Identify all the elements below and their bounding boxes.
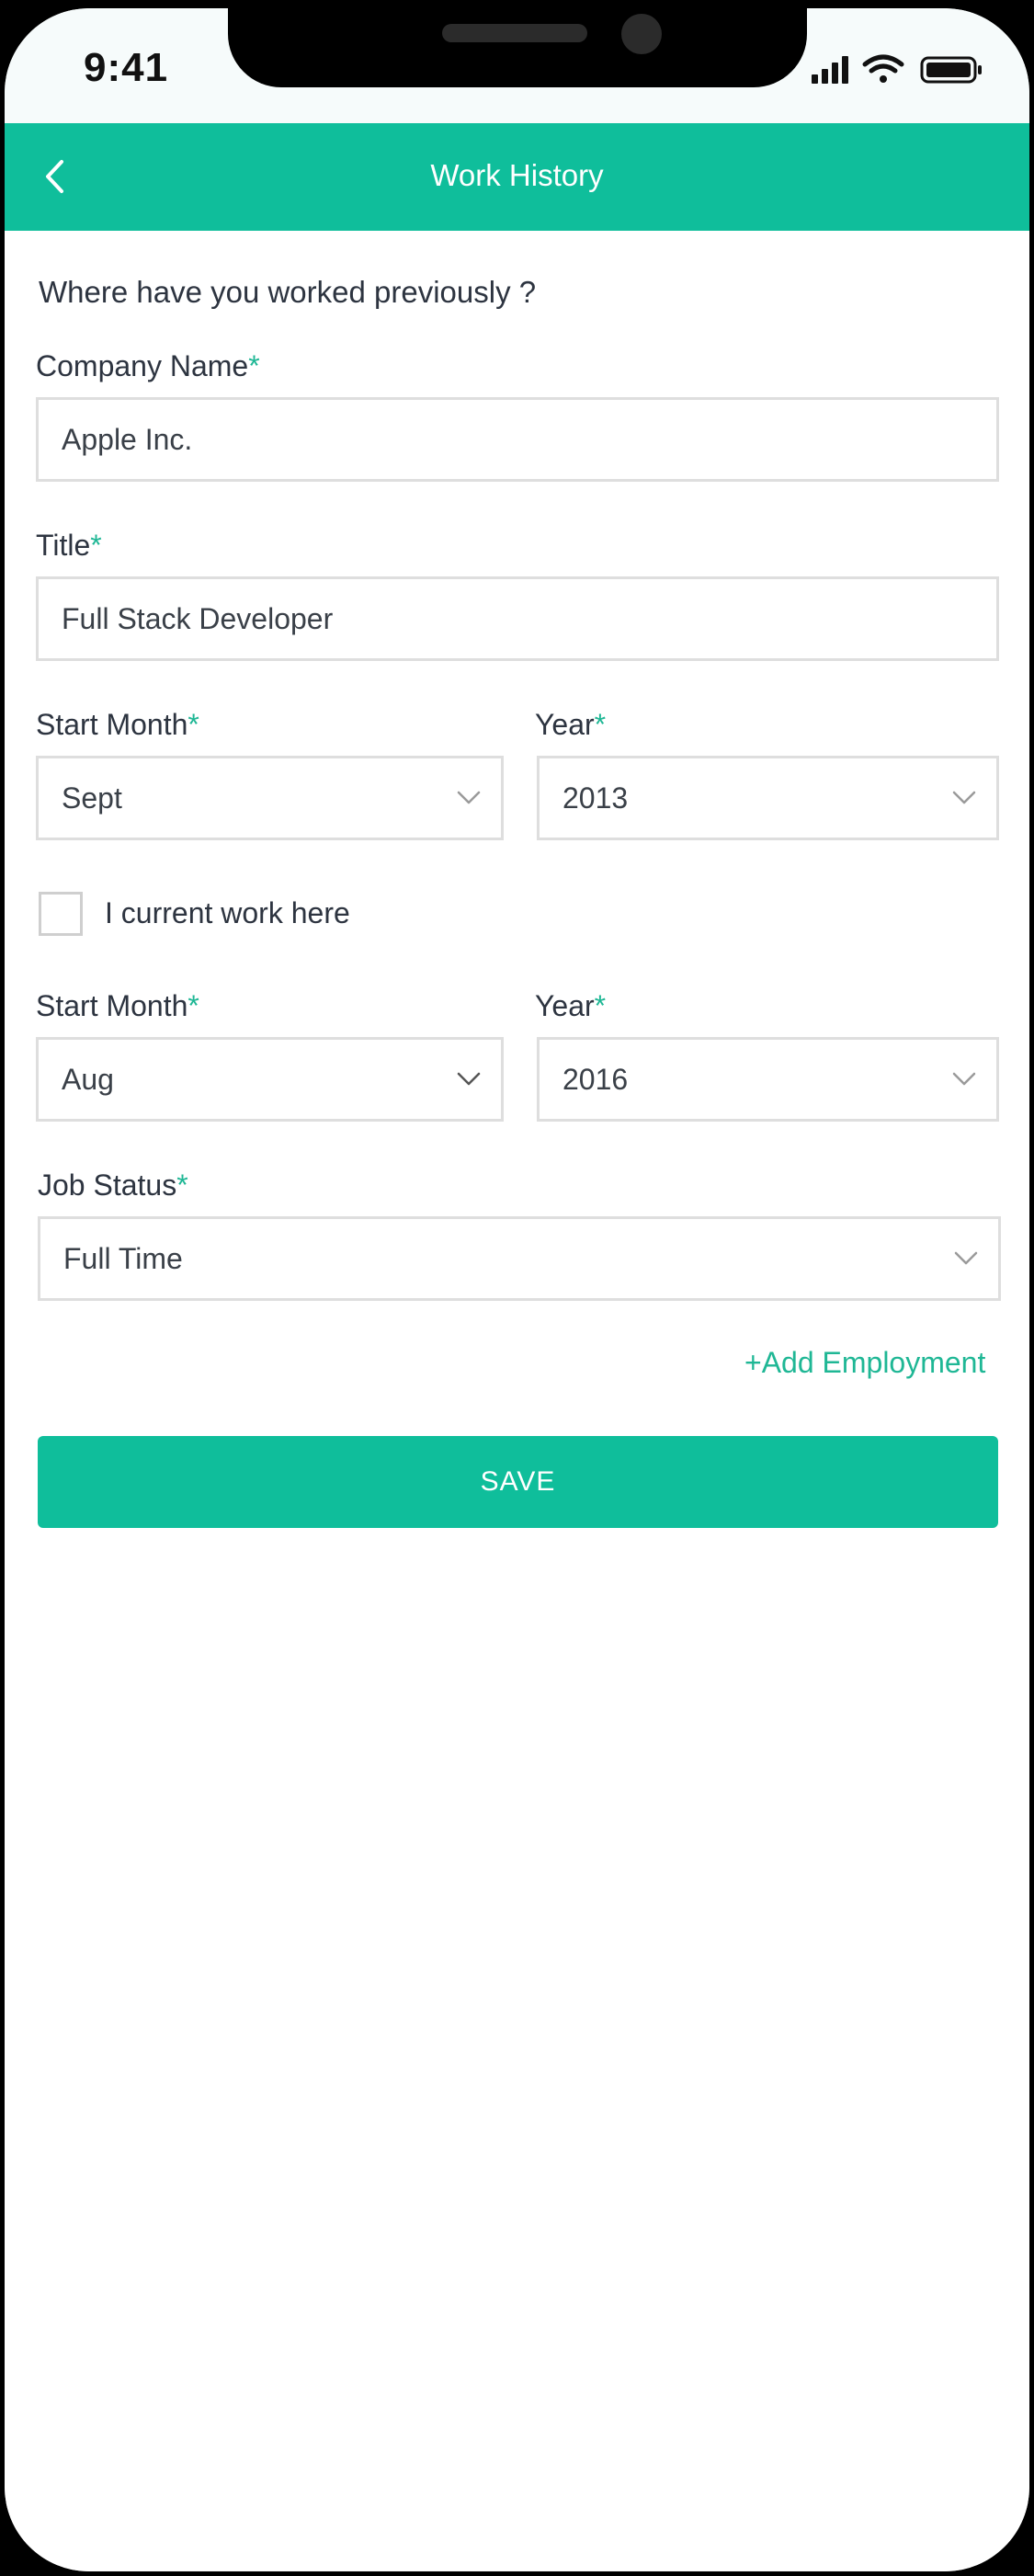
end-month-label-text: Start Month: [36, 989, 188, 1022]
chevron-down-icon: [952, 1072, 976, 1086]
title-label-text: Title: [36, 529, 91, 562]
app-header: Work History: [5, 123, 1029, 231]
bottom-safe-area: [5, 2472, 1029, 2571]
chevron-down-icon: [952, 791, 976, 804]
required-marker: *: [248, 349, 260, 382]
device-notch: [228, 8, 807, 87]
required-marker: *: [594, 989, 607, 1022]
required-marker: *: [90, 529, 102, 562]
title-input[interactable]: Full Stack Developer: [36, 576, 999, 661]
front-camera: [621, 14, 662, 54]
signal-icon: [812, 56, 848, 84]
status-bar: 9:41: [5, 8, 1029, 123]
chevron-down-icon: [457, 791, 481, 804]
end-month-label: Start Month*: [36, 989, 199, 1023]
job-status-label-text: Job Status: [38, 1168, 177, 1202]
company-name-label: Company Name*: [36, 349, 260, 383]
chevron-down-icon: [954, 1251, 978, 1265]
end-year-value: 2016: [562, 1062, 629, 1096]
save-button[interactable]: SAVE: [38, 1436, 998, 1528]
required-marker: *: [176, 1168, 188, 1202]
wifi-icon: [862, 54, 904, 83]
status-icons: [806, 52, 999, 89]
end-month-select[interactable]: Aug: [36, 1037, 504, 1122]
battery-icon: [920, 56, 982, 84]
company-name-value: Apple Inc.: [62, 422, 193, 456]
phone-screen: 9:41 Work History Where have you worked …: [5, 8, 1029, 2571]
start-year-select[interactable]: 2013: [537, 756, 999, 840]
start-year-value: 2013: [562, 781, 629, 815]
required-marker: *: [187, 989, 199, 1022]
title-label: Title*: [36, 529, 102, 563]
company-name-label-text: Company Name: [36, 349, 249, 382]
start-month-label-text: Start Month: [36, 708, 188, 741]
start-month-select[interactable]: Sept: [36, 756, 504, 840]
company-name-input[interactable]: Apple Inc.: [36, 397, 999, 482]
page-title: Work History: [430, 158, 604, 192]
chevron-down-icon: [457, 1072, 481, 1086]
current-work-checkbox[interactable]: [39, 892, 83, 936]
start-year-label: Year*: [535, 708, 606, 742]
form-question: Where have you worked previously ?: [39, 275, 537, 309]
start-month-label: Start Month*: [36, 708, 199, 742]
required-marker: *: [594, 708, 607, 741]
end-month-value: Aug: [62, 1062, 114, 1096]
job-status-select[interactable]: Full Time: [38, 1216, 1001, 1301]
speaker-grille: [442, 24, 587, 42]
required-marker: *: [187, 708, 199, 741]
status-time: 9:41: [84, 45, 169, 90]
end-year-select[interactable]: 2016: [537, 1037, 999, 1122]
end-year-label: Year*: [535, 989, 606, 1023]
start-year-label-text: Year: [535, 708, 595, 741]
title-value: Full Stack Developer: [62, 601, 334, 635]
start-month-value: Sept: [62, 781, 122, 815]
end-year-label-text: Year: [535, 989, 595, 1022]
job-status-label: Job Status*: [38, 1168, 188, 1203]
current-work-label: I current work here: [105, 896, 350, 929]
add-employment-link[interactable]: +Add Employment: [744, 1346, 985, 1380]
job-status-value: Full Time: [63, 1241, 183, 1275]
